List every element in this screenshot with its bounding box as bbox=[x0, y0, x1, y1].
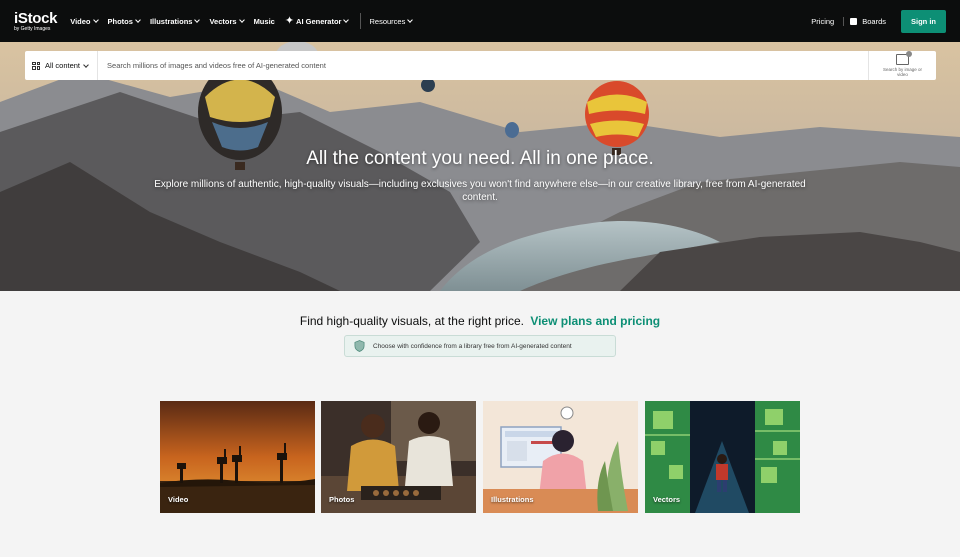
nav-ai-generator[interactable]: ✦ AI Generator bbox=[284, 14, 350, 27]
view-plans-link[interactable]: View plans and pricing bbox=[530, 314, 660, 328]
search-input[interactable] bbox=[98, 61, 868, 70]
content-type-dropdown[interactable]: All content bbox=[25, 51, 99, 80]
tile-photos-label: Photos bbox=[329, 495, 355, 504]
ai-free-badge: Choose with confidence from a library fr… bbox=[344, 335, 616, 357]
nav-video-label: Video bbox=[70, 16, 91, 26]
hero-title: All the content you need. All in one pla… bbox=[306, 148, 654, 169]
ai-free-badge-text: Choose with confidence from a library fr… bbox=[373, 342, 572, 350]
hero-banner: All content Search by image or video All… bbox=[0, 42, 960, 291]
top-nav: iStock by Getty Images Video Photos Illu… bbox=[0, 0, 960, 42]
nav-illustrations[interactable]: Illustrations bbox=[149, 16, 201, 26]
nav-illustrations-label: Illustrations bbox=[149, 16, 193, 26]
nav-ai-generator-label: AI Generator bbox=[296, 16, 342, 26]
boards-icon bbox=[850, 17, 858, 25]
nav-video[interactable]: Video bbox=[70, 16, 99, 26]
nav-divider bbox=[360, 13, 362, 29]
content-type-label: All content bbox=[45, 61, 81, 70]
nav-photos[interactable]: Photos bbox=[107, 16, 141, 26]
tile-illustrations-label: Illustrations bbox=[491, 495, 534, 504]
tile-photos[interactable]: Photos bbox=[321, 401, 476, 513]
shield-icon bbox=[354, 340, 365, 352]
image-search-icon bbox=[896, 50, 912, 65]
nav-music-label: Music bbox=[253, 16, 275, 26]
nav-resources-label: Resources bbox=[369, 16, 406, 26]
sparkle-icon: ✦ bbox=[284, 14, 295, 27]
boards-label: Boards bbox=[862, 16, 886, 26]
chevron-down-icon bbox=[92, 17, 99, 23]
nav-photos-label: Photos bbox=[107, 16, 133, 26]
chevron-down-icon bbox=[135, 17, 141, 23]
chevron-down-icon bbox=[194, 17, 201, 23]
chevron-down-icon bbox=[238, 17, 245, 23]
tile-vectors-label: Vectors bbox=[653, 495, 681, 504]
nav-music[interactable]: Music bbox=[254, 17, 275, 26]
nav-resources[interactable]: Resources bbox=[369, 16, 414, 26]
nav-vectors[interactable]: Vectors bbox=[209, 16, 245, 26]
logo-subtext: by Getty Images bbox=[14, 25, 51, 32]
istock-logo[interactable]: iStock by Getty Images bbox=[14, 9, 58, 32]
search-bar: All content Search by image or video bbox=[25, 50, 936, 80]
tile-vectors[interactable]: Vectors bbox=[645, 401, 800, 513]
nav-right: Pricing Boards Sign in bbox=[811, 9, 946, 33]
pricing-heading: Find high-quality visuals, at the right … bbox=[0, 314, 960, 328]
chevron-down-icon bbox=[343, 17, 350, 23]
sign-in-button[interactable]: Sign in bbox=[901, 9, 946, 33]
grid-icon bbox=[32, 61, 40, 70]
search-by-image-button[interactable]: Search by image or video bbox=[868, 50, 936, 80]
tile-video-label: Video bbox=[168, 495, 189, 504]
pricing-link[interactable]: Pricing bbox=[811, 17, 834, 26]
logo-text: iStock bbox=[14, 9, 58, 27]
pricing-text: Find high-quality visuals, at the right … bbox=[299, 314, 524, 328]
hero-subtitle: Explore millions of authentic, high-qual… bbox=[154, 179, 806, 203]
chevron-down-icon bbox=[83, 61, 89, 68]
chevron-down-icon bbox=[407, 17, 414, 23]
tile-illustrations[interactable]: Illustrations bbox=[483, 401, 638, 513]
nav-vectors-label: Vectors bbox=[209, 16, 237, 26]
tile-video[interactable]: Video bbox=[160, 401, 315, 513]
image-search-label: Search by image or video bbox=[882, 66, 923, 77]
boards-link[interactable]: Boards bbox=[843, 16, 886, 26]
